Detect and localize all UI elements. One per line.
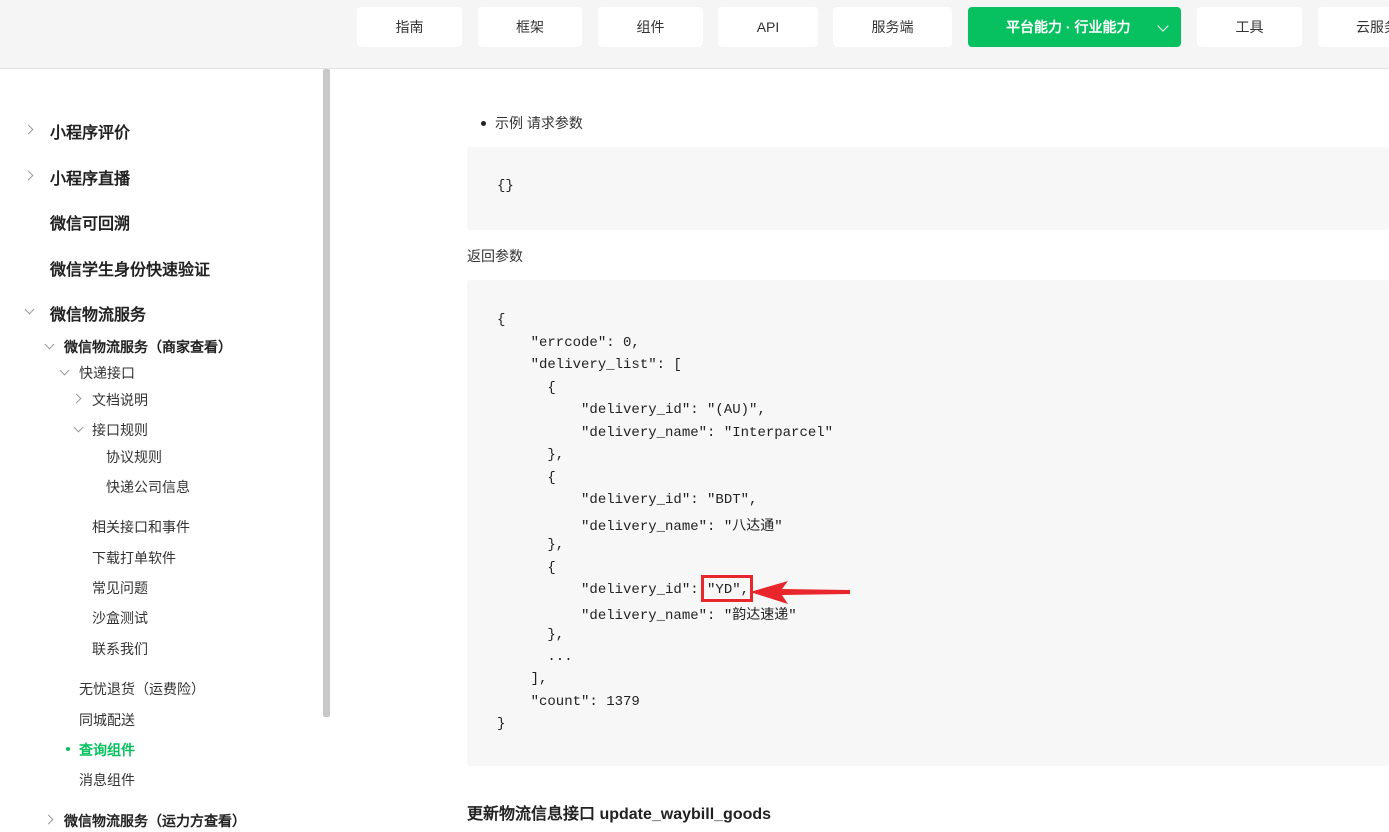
nav-framework[interactable]: 框架	[478, 7, 582, 47]
code-line: {	[497, 470, 556, 486]
sidebar-item-logistics-carrier[interactable]: 微信物流服务（运力方查看）	[64, 811, 246, 831]
sidebar-item-express-company-info[interactable]: 快递公司信息	[106, 477, 190, 497]
code-line: "delivery_id": "(AU)",	[497, 402, 766, 418]
sidebar-item-related-apis[interactable]: 相关接口和事件	[92, 517, 190, 537]
sidebar-item-same-city[interactable]: 同城配送	[79, 710, 135, 730]
sidebar-item-api-rules[interactable]: 接口规则	[92, 420, 148, 440]
response-code-block: { "errcode": 0, "delivery_list": [ { "de…	[467, 280, 1389, 766]
code-line: "count": 1379	[497, 694, 640, 710]
sidebar-item-student-verify[interactable]: 微信学生身份快速验证	[50, 256, 210, 280]
list-bullet	[481, 121, 486, 126]
code-line: },	[497, 447, 565, 463]
code-line: ...	[497, 649, 573, 665]
return-params-label: 返回参数	[467, 248, 523, 264]
sidebar-item-protocol-rules[interactable]: 协议规则	[106, 447, 162, 467]
top-nav: 指南 框架 组件 API 服务端 平台能力 · 行业能力 工具 云服务	[0, 0, 1389, 69]
sidebar-item-doc-desc[interactable]: 文档说明	[92, 390, 148, 410]
sidebar-item-contact[interactable]: 联系我们	[92, 639, 148, 659]
sidebar-item-logistics[interactable]: 微信物流服务	[50, 301, 146, 325]
sidebar-item-sandbox[interactable]: 沙盒测试	[92, 608, 148, 628]
sidebar-item-return-insurance[interactable]: 无忧退货（运费险）	[79, 679, 205, 699]
nav-api[interactable]: API	[718, 7, 818, 47]
example-request-label: 示例 请求参数	[495, 115, 583, 131]
sidebar-item-download-print[interactable]: 下载打单软件	[92, 548, 176, 568]
chevron-down-icon	[1157, 20, 1169, 32]
code-line: }	[497, 716, 506, 732]
nav-components[interactable]: 组件	[598, 7, 703, 47]
code-line: },	[497, 627, 565, 643]
nav-platform-capability[interactable]: 平台能力 · 行业能力	[968, 7, 1181, 47]
nav-server[interactable]: 服务端	[833, 7, 952, 47]
nav-cloud[interactable]: 云服务	[1318, 7, 1389, 47]
red-arrow-icon	[750, 581, 850, 604]
code-line: },	[497, 537, 565, 553]
code-line: "delivery_list": [	[497, 357, 682, 373]
sidebar-item-express-api[interactable]: 快递接口	[79, 363, 135, 383]
sidebar-scrollbar[interactable]	[323, 69, 330, 717]
code-line: {	[497, 380, 556, 396]
section-heading: 更新物流信息接口 update_waybill_goods	[467, 806, 772, 823]
code-line: "delivery_id": "BDT",	[497, 492, 758, 508]
sidebar-item-traceability[interactable]: 微信可回溯	[50, 210, 130, 234]
code-line: {	[497, 560, 556, 576]
sidebar-item-logistics-merchant[interactable]: 微信物流服务（商家查看）	[64, 337, 232, 357]
code-line: {	[497, 312, 506, 328]
nav-tools[interactable]: 工具	[1197, 7, 1302, 47]
sidebar-item-mp-live[interactable]: 小程序直播	[50, 165, 130, 189]
code-line: ],	[497, 671, 548, 687]
sidebar-item-query-component[interactable]: 查询组件	[79, 740, 135, 760]
nav-platform-label: 平台能力 · 行业能力	[1006, 19, 1131, 35]
sidebar-item-message-component[interactable]: 消息组件	[79, 770, 135, 790]
nav-guide[interactable]: 指南	[357, 7, 462, 47]
sidebar-item-faq[interactable]: 常见问题	[92, 578, 148, 598]
sidebar-item-mp-review[interactable]: 小程序评价	[50, 119, 130, 143]
code-line: "delivery_name": "八达通"	[497, 519, 783, 535]
request-code-block: {}	[467, 147, 1389, 230]
highlight-box	[701, 575, 753, 602]
active-indicator-dot	[66, 747, 70, 751]
code-line: {}	[497, 178, 514, 194]
code-line: "delivery_name": "Interparcel"	[497, 425, 834, 441]
code-line: "errcode": 0,	[497, 335, 640, 351]
